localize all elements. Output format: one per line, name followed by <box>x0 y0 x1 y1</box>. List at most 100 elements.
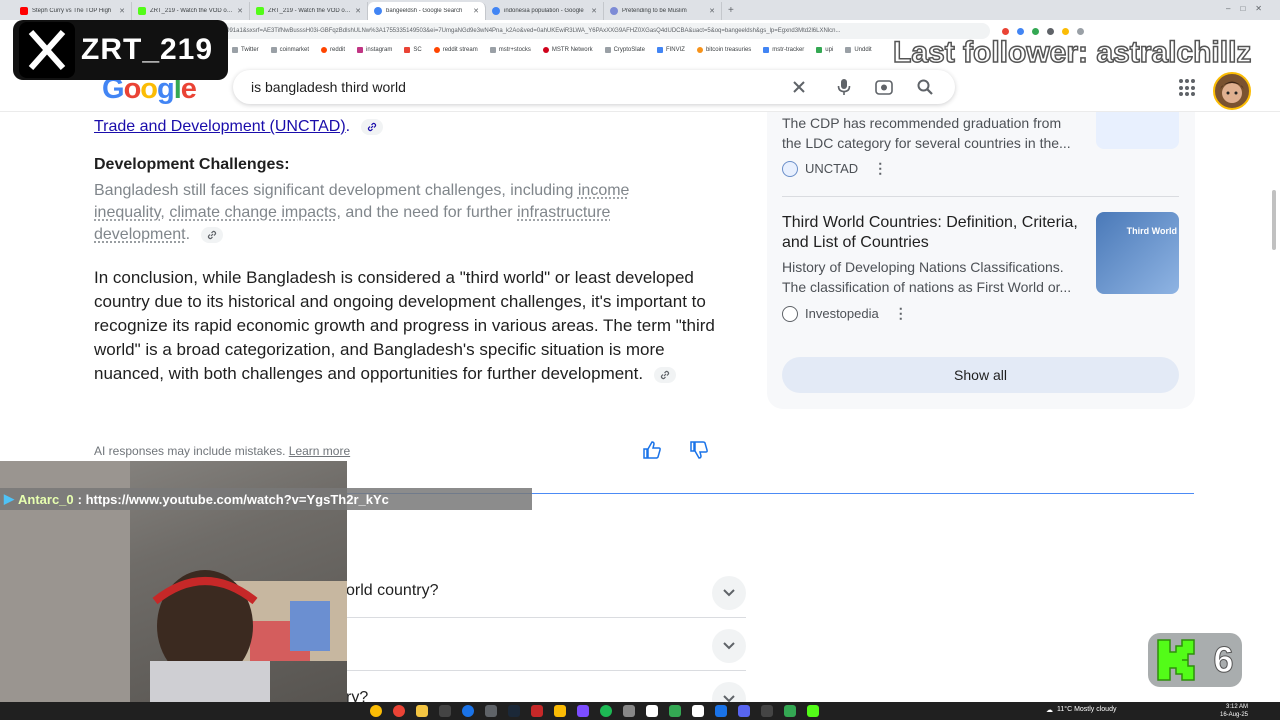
youtube-icon <box>20 7 28 15</box>
search-box[interactable]: is bangladesh third world <box>233 70 955 104</box>
browser-tab[interactable]: indonesia population - Google ✕ <box>486 2 604 20</box>
browser-icon[interactable] <box>393 705 405 717</box>
chat-message-overlay: ▶ Antarc_0 : https://www.youtube.com/wat… <box>0 488 532 510</box>
app-icon[interactable] <box>738 705 750 717</box>
people-also-ask-item[interactable]: orld country? <box>346 566 746 618</box>
unctad-link[interactable]: Trade and Development (UNCTAD) <box>94 118 346 135</box>
bookmark-item[interactable]: CryptoSlate <box>604 46 645 53</box>
link-chain-icon[interactable] <box>653 366 676 383</box>
close-tab-icon[interactable]: ✕ <box>119 7 125 15</box>
x-handle: ZRT_219 <box>81 33 214 66</box>
bookmark-item[interactable]: Unddit <box>845 46 872 53</box>
bookmark-item[interactable]: bitcoin treasuries <box>696 46 751 53</box>
link-chain-icon[interactable] <box>200 226 223 243</box>
source-row[interactable]: Investopedia ⋮ <box>782 305 908 322</box>
notion-icon[interactable] <box>646 705 658 717</box>
extension-icon[interactable] <box>1032 27 1039 35</box>
cryptoslate-icon <box>604 46 611 53</box>
apps-grid-icon[interactable] <box>1179 79 1197 97</box>
weather-widget[interactable]: ☁ 11°C Mostly cloudy <box>1046 706 1116 714</box>
bookmark-item[interactable]: instagram <box>357 46 392 53</box>
bookmark-item[interactable]: reddit stream <box>433 46 478 53</box>
microphone-icon[interactable] <box>834 77 854 97</box>
more-options-icon[interactable]: ⋮ <box>873 160 887 177</box>
app-icon[interactable] <box>692 705 704 717</box>
folder-icon <box>270 46 277 53</box>
close-tab-icon[interactable]: ✕ <box>355 7 361 15</box>
app-icon[interactable] <box>577 705 589 717</box>
search-input[interactable]: is bangladesh third world <box>251 79 406 95</box>
camera-lens-icon[interactable] <box>874 77 894 97</box>
extension-icon[interactable] <box>1062 27 1069 35</box>
app-icon[interactable] <box>623 705 635 717</box>
source-card-title[interactable]: Third World Countries: Definition, Crite… <box>782 213 1092 253</box>
chrome-icon[interactable] <box>370 705 382 717</box>
clock[interactable]: 3:12 AM 16-Aug-25 <box>1220 703 1248 719</box>
sc-icon <box>404 46 411 53</box>
bookmark-item[interactable]: FINVIZ <box>656 46 685 53</box>
bookmark-item[interactable]: mstr-tracker <box>763 46 804 53</box>
browser-tab-active[interactable]: bangeeldsh - Google Search ✕ <box>368 2 486 20</box>
extension-icon[interactable] <box>1077 27 1084 35</box>
app-icon[interactable] <box>715 705 727 717</box>
app-icon[interactable] <box>462 705 474 717</box>
close-tab-icon[interactable]: ✕ <box>709 7 715 15</box>
source-card-snippet[interactable]: The CDP has recommended graduation from … <box>782 113 1082 153</box>
link-chain-icon[interactable] <box>360 118 383 135</box>
folder-icon[interactable] <box>416 705 428 717</box>
extension-icon[interactable] <box>1047 27 1054 35</box>
app-icon[interactable] <box>669 705 681 717</box>
finviz-icon <box>656 46 663 53</box>
close-tab-icon[interactable]: ✕ <box>473 7 479 15</box>
search-icon[interactable] <box>915 77 935 97</box>
source-card-thumbnail[interactable]: Third World <box>1096 212 1179 294</box>
extension-icon[interactable] <box>1017 27 1024 35</box>
bookmark-item[interactable]: MSTR Network <box>542 46 593 53</box>
source-row[interactable]: UNCTAD ⋮ <box>782 160 887 177</box>
clear-search-icon[interactable] <box>789 77 809 97</box>
show-all-button[interactable]: Show all <box>782 357 1179 393</box>
kick-viewer-overlay: 6 <box>1148 633 1242 687</box>
thumbs-up-icon[interactable] <box>642 440 664 462</box>
browser-tab[interactable]: ZRT_219 - Watch the VOD on K ✕ <box>132 2 250 20</box>
browser-tab[interactable]: ZRT_219 - Watch the VOD on K ✕ <box>250 2 368 20</box>
close-tab-icon[interactable]: ✕ <box>237 7 243 15</box>
avatar[interactable] <box>1213 72 1251 110</box>
window-controls[interactable]: –□✕ <box>1226 4 1272 13</box>
bookmark-item[interactable]: mstr+stocks <box>489 46 531 53</box>
browser-tab[interactable]: Pretending to be Muslim ✕ <box>604 2 722 20</box>
bookmark-item[interactable]: coinmarket <box>270 46 309 53</box>
app-icon[interactable] <box>554 705 566 717</box>
google-icon <box>374 7 382 15</box>
page-scrollbar[interactable] <box>1272 190 1276 250</box>
app-icon[interactable] <box>531 705 543 717</box>
new-tab-button[interactable]: + <box>722 2 740 20</box>
thumbs-down-icon[interactable] <box>689 440 711 462</box>
close-tab-icon[interactable]: ✕ <box>591 7 597 15</box>
people-also-ask-item[interactable] <box>346 619 746 671</box>
chevron-down-icon[interactable] <box>712 629 746 663</box>
reddit-icon <box>321 46 328 53</box>
browser-tab[interactable]: Steph Curry vs The TOP High ✕ <box>14 2 132 20</box>
app-icon[interactable] <box>784 705 796 717</box>
source-card-thumbnail[interactable] <box>1096 112 1179 149</box>
app-icon[interactable] <box>485 705 497 717</box>
extension-icon[interactable] <box>1002 27 1009 35</box>
bookmark-item[interactable]: reddit <box>321 46 345 53</box>
steam-icon[interactable] <box>508 705 520 717</box>
sources-panel: The CDP has recommended graduation from … <box>767 112 1195 409</box>
source-card-snippet[interactable]: History of Developing Nations Classifica… <box>782 257 1082 297</box>
conclusion-paragraph: In conclusion, while Bangladesh is consi… <box>94 268 715 383</box>
app-icon[interactable] <box>761 705 773 717</box>
spotify-icon[interactable] <box>600 705 612 717</box>
bookmark-item[interactable]: Twitter <box>232 46 259 53</box>
bookmark-item[interactable]: upi <box>816 46 833 53</box>
mstr-icon <box>542 46 549 53</box>
app-icon[interactable] <box>439 705 451 717</box>
term-climate-change[interactable]: climate change impacts <box>169 204 336 221</box>
bookmark-item[interactable]: SC <box>404 46 422 53</box>
app-icon[interactable] <box>807 705 819 717</box>
learn-more-link[interactable]: Learn more <box>289 444 350 458</box>
chevron-down-icon[interactable] <box>712 576 746 610</box>
more-options-icon[interactable]: ⋮ <box>894 305 908 322</box>
